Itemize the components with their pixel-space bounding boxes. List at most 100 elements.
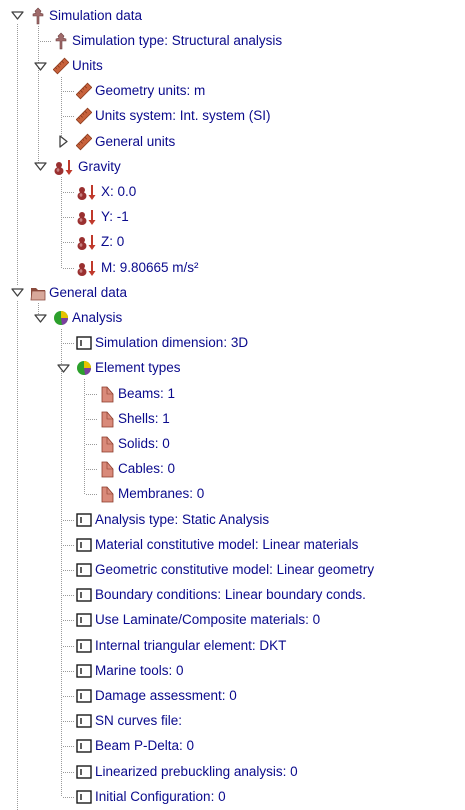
collapse-arrow-icon[interactable] xyxy=(10,9,24,22)
tree-connector-dot xyxy=(96,469,97,470)
tree-connector-dot xyxy=(61,207,62,208)
tree-connector-dot xyxy=(17,363,18,364)
tree-connector-dot xyxy=(61,675,62,676)
tree-node-general-units[interactable]: General units xyxy=(75,130,175,154)
tree-node-beams[interactable]: Beams: 1 xyxy=(99,382,175,406)
tree-node-element-types[interactable]: Element types xyxy=(76,356,181,380)
tree-node-gravity-m[interactable]: M: 9.80665 m/s² xyxy=(76,256,199,280)
tree-connector-dot xyxy=(84,403,85,404)
tree-connector-dot xyxy=(17,433,18,434)
tree-node-shells[interactable]: Shells: 1 xyxy=(99,407,170,431)
tree-connector-dot xyxy=(61,407,62,408)
tree-connector-dot xyxy=(71,217,72,218)
tree-connector-dot xyxy=(61,623,62,624)
tree-node-beam-p-delta[interactable]: Beam P-Delta: 0 xyxy=(76,734,194,758)
tree-node-damage-assessment[interactable]: Damage assessment: 0 xyxy=(76,684,237,708)
tree-node-sn-curves-file[interactable]: SN curves file: xyxy=(76,709,182,733)
tree-connector-dot xyxy=(17,242,18,243)
tree-connector-dot xyxy=(17,182,18,183)
tree-connector-dot xyxy=(17,697,18,698)
tree-connector-dot xyxy=(17,807,18,808)
tree-connector-dot xyxy=(61,539,62,540)
tree-connector-dot xyxy=(38,130,39,131)
tree-connector-dot xyxy=(17,643,18,644)
tree-node-geometric-constitutive-model[interactable]: Geometric constitutive model: Linear geo… xyxy=(76,558,374,582)
tree-connector-dot xyxy=(61,119,62,120)
tree-connector-dot xyxy=(61,501,62,502)
tree-connector-dot xyxy=(96,419,97,420)
tree-connector-dot xyxy=(17,711,18,712)
collapse-arrow-icon[interactable] xyxy=(56,362,70,375)
tree-node-internal-triangular-element[interactable]: Internal triangular element: DKT xyxy=(76,634,286,658)
tree-connector-dot xyxy=(61,487,62,488)
tree-node-linearized-prebuckling[interactable]: Linearized prebuckling analysis: 0 xyxy=(76,760,298,784)
tree-connector-dot xyxy=(17,331,18,332)
tree-connector-dot xyxy=(61,699,62,700)
tree-node-gravity-z[interactable]: Z: 0 xyxy=(76,230,124,254)
tree-node-gravity-x[interactable]: X: 0.0 xyxy=(76,180,136,204)
tree-node-solids[interactable]: Solids: 0 xyxy=(99,432,170,456)
tree-node-gravity[interactable]: Gravity xyxy=(53,155,121,179)
tree-connector-dot xyxy=(38,48,39,49)
tree-connector-dot xyxy=(17,216,18,217)
tree-node-simulation-type[interactable]: Simulation type: Structural analysis xyxy=(53,29,282,53)
tree-connector-dot xyxy=(17,551,18,552)
tree-connector-dot xyxy=(17,230,18,231)
tree-connector-dot xyxy=(17,617,18,618)
tree-connector-dot xyxy=(17,665,18,666)
tree-connector-dot xyxy=(61,437,62,438)
tree-connector-dot xyxy=(17,142,18,143)
expand-arrow-icon[interactable] xyxy=(57,135,70,148)
tree-connector-dot xyxy=(17,278,18,279)
tree-connector-dot xyxy=(17,645,18,646)
tree-node-general-data[interactable]: General data xyxy=(30,281,127,305)
tree-connector-dot xyxy=(61,759,62,760)
tree-connector-dot xyxy=(17,345,18,346)
tree-connector-dot xyxy=(17,343,18,344)
tree-node-geometry-units[interactable]: Geometry units: m xyxy=(75,79,206,103)
tree-node-simulation-dimension[interactable]: Simulation dimension: 3D xyxy=(76,331,248,355)
tree-connector-dot xyxy=(17,208,18,209)
tree-connector-dot xyxy=(67,545,68,546)
tree-connector-dot xyxy=(61,243,62,244)
tree-connector-dot xyxy=(61,431,62,432)
tree-node-simulation-data[interactable]: Simulation data xyxy=(30,4,142,28)
tree-node-cables[interactable]: Cables: 0 xyxy=(99,457,175,481)
tree-node-label: Damage assessment: 0 xyxy=(95,688,237,703)
tree-connector-dot xyxy=(17,673,18,674)
tree-node-units-system[interactable]: Units system: Int. system (SI) xyxy=(75,104,271,128)
tree-connector-dot xyxy=(17,637,18,638)
tree-connector-dot xyxy=(61,607,62,608)
tree-connector-dot xyxy=(17,28,18,29)
tree-node-material-constitutive-model[interactable]: Material constitutive model: Linear mate… xyxy=(76,533,358,557)
collapse-arrow-icon[interactable] xyxy=(33,60,47,73)
tree-node-boundary-conditions[interactable]: Boundary conditions: Linear boundary con… xyxy=(76,583,366,607)
tree-node-gravity-y[interactable]: Y: -1 xyxy=(76,205,129,229)
collapse-arrow-icon[interactable] xyxy=(33,160,47,173)
tree-connector-dot xyxy=(84,393,85,394)
tree-connector-dot xyxy=(17,703,18,704)
gravity-icon xyxy=(76,183,98,201)
tree-node-analysis[interactable]: Analysis xyxy=(53,306,122,330)
tree-connector-dot xyxy=(17,447,18,448)
tree-node-marine-tools[interactable]: Marine tools: 0 xyxy=(76,659,184,683)
tree-connector-dot xyxy=(61,345,62,346)
collapse-arrow-icon[interactable] xyxy=(10,286,24,299)
tree-node-label: Geometry units: m xyxy=(95,83,206,99)
tree-connector-dot xyxy=(17,116,18,117)
tree-node-initial-configuration[interactable]: Initial Configuration: 0 xyxy=(76,785,226,809)
tree-connector-dot xyxy=(17,803,18,804)
tree-node-use-laminate[interactable]: Use Laminate/Composite materials: 0 xyxy=(76,608,320,632)
tree-connector-dot xyxy=(84,427,85,428)
tree-connector-dot xyxy=(38,36,39,37)
tree-node-membranes[interactable]: Membranes: 0 xyxy=(99,482,204,506)
tree-connector-dot xyxy=(67,646,68,647)
tree-node-label: Simulation dimension: 3D xyxy=(95,335,249,351)
tree-connector-dot xyxy=(65,242,66,243)
tree-connector-dot xyxy=(61,739,62,740)
collapse-arrow-icon[interactable] xyxy=(33,312,47,325)
tree-node-units[interactable]: Units xyxy=(52,54,103,78)
tree-connector-dot xyxy=(63,520,64,521)
tree-node-analysis-type[interactable]: Analysis type: Static Analysis xyxy=(76,508,269,532)
tree-connector-dot xyxy=(67,772,68,773)
